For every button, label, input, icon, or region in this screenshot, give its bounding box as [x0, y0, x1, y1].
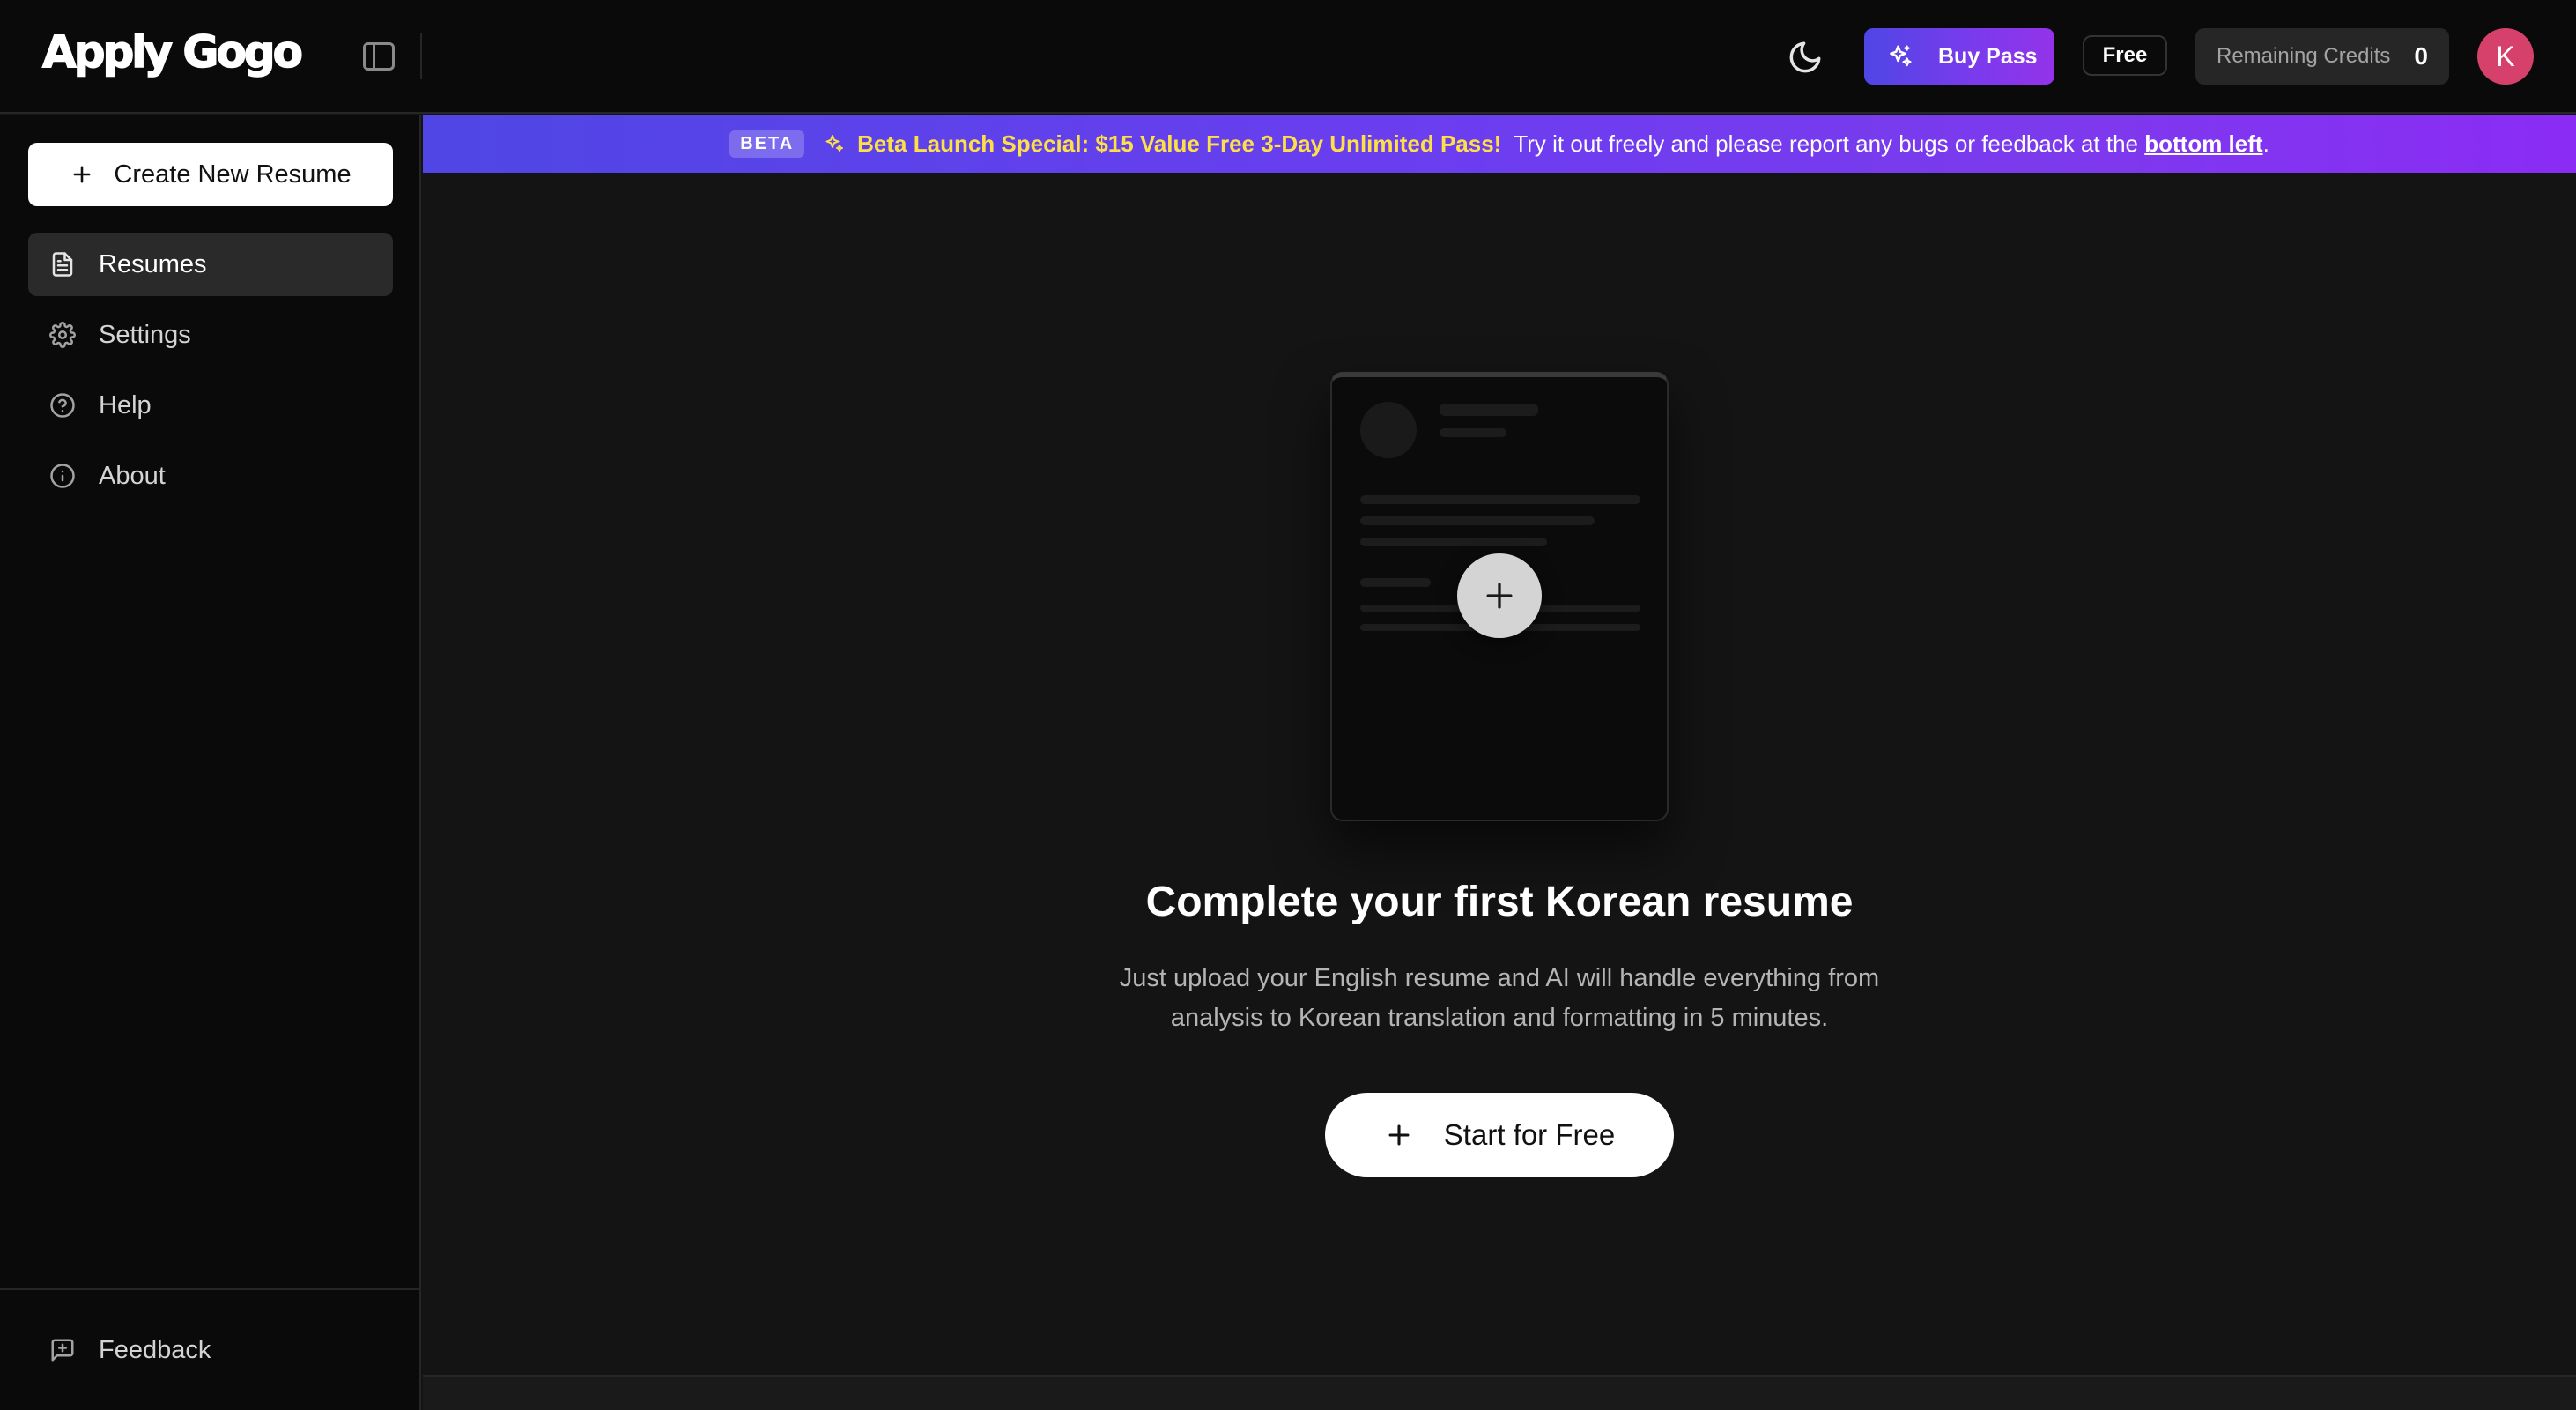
feedback-button[interactable]: Feedback [28, 1318, 393, 1382]
feedback-icon [51, 1339, 74, 1362]
skeleton-line [1360, 495, 1640, 504]
gear-icon [49, 322, 76, 348]
sidebar: Create New Resume Resumes Settings Help … [0, 115, 421, 1410]
plan-badge: Free [2083, 35, 2167, 76]
skeleton-line [1360, 516, 1595, 525]
credits-value: 0 [2414, 42, 2428, 70]
plus-icon [1388, 1124, 1410, 1146]
start-for-free-label: Start for Free [1443, 1118, 1616, 1151]
sidebar-item-label: Settings [99, 320, 191, 349]
top-bar: Apply Gogo Buy Pass Free Remaining Credi… [0, 0, 2576, 114]
plus-icon [1486, 583, 1513, 609]
skeleton-line [1440, 404, 1538, 416]
info-icon [50, 464, 75, 488]
app-logo[interactable]: Apply Gogo [41, 26, 303, 78]
create-new-resume-button[interactable]: Create New Resume [28, 143, 393, 206]
beta-banner: BETA Beta Launch Special: $15 Value Free… [423, 115, 2576, 173]
description-line-1: Just upload your English resume and AI w… [1119, 964, 1880, 992]
skeleton-avatar [1360, 402, 1417, 458]
empty-state-title: Complete your first Korean resume [1145, 879, 1854, 925]
banner-text: Try it out freely and please report any … [1514, 130, 2269, 158]
bottom-left-link[interactable]: bottom left [2144, 130, 2262, 157]
feedback-label: Feedback [99, 1335, 211, 1364]
topbar-divider [420, 33, 422, 79]
banner-period: . [2262, 130, 2269, 157]
remaining-credits: Remaining Credits 0 [2195, 28, 2449, 85]
description-line-2: analysis to Korean translation and forma… [1170, 1004, 1829, 1032]
create-new-resume-label: Create New Resume [114, 160, 352, 189]
moon-icon[interactable] [1787, 39, 1824, 76]
sidebar-item-label: Help [99, 390, 152, 419]
buy-pass-label: Buy Pass [1938, 43, 2038, 69]
help-circle-icon [50, 393, 75, 418]
banner-promo: Beta Launch Special: $15 Value Free 3-Da… [857, 130, 1502, 157]
skeleton-line [1360, 578, 1431, 587]
skeleton-line [1440, 428, 1506, 437]
sidebar-item-label: About [99, 461, 166, 490]
sidebar-toggle-icon[interactable] [363, 42, 395, 70]
beta-tag: BETA [729, 130, 805, 158]
sidebar-item-settings[interactable]: Settings [28, 303, 393, 367]
sidebar-item-label: Resumes [99, 249, 207, 278]
add-resume-plus-button[interactable] [1457, 553, 1542, 638]
empty-state-description: Just upload your English resume and AI w… [1077, 959, 1922, 1038]
credits-label: Remaining Credits [2217, 44, 2391, 68]
avatar[interactable]: K [2477, 28, 2534, 85]
sidebar-item-about[interactable]: About [28, 444, 393, 508]
buy-pass-button[interactable]: Buy Pass [1864, 28, 2054, 85]
document-icon [52, 252, 73, 277]
sidebar-footer-divider [0, 1288, 421, 1290]
plus-icon [73, 166, 91, 183]
sparkles-icon [825, 135, 844, 152]
sparkles-icon [1890, 45, 1912, 67]
banner-message: Try it out freely and please report any … [1514, 130, 2139, 157]
start-for-free-button[interactable]: Start for Free [1325, 1093, 1674, 1177]
sidebar-item-help[interactable]: Help [28, 374, 393, 437]
sidebar-item-resumes[interactable]: Resumes [28, 233, 393, 296]
skeleton-line [1360, 538, 1547, 546]
bottom-strip [423, 1375, 2576, 1410]
